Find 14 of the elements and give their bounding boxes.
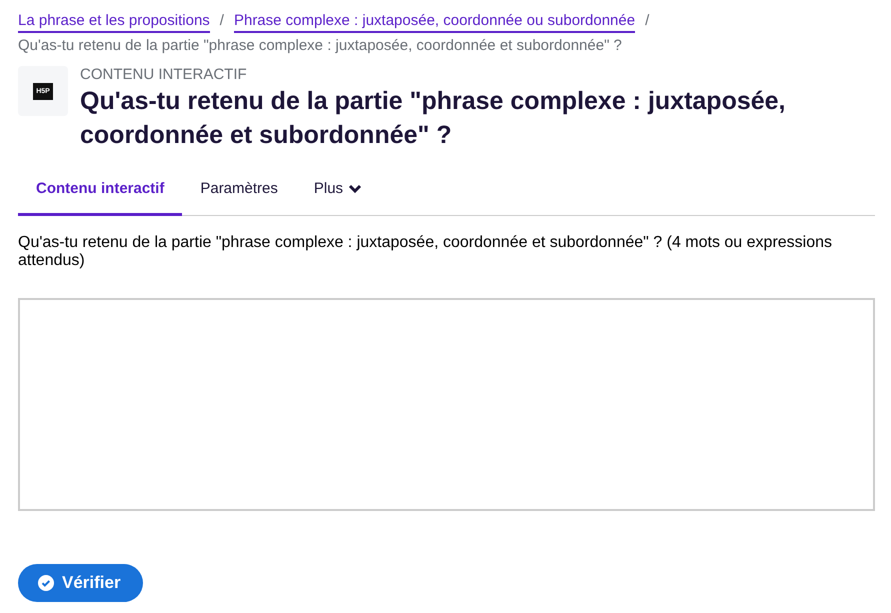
tab[interactable]: Contenu interactif [18,170,182,216]
answer-box[interactable] [18,298,875,511]
breadcrumb-separator: / [220,11,224,31]
tab[interactable]: Paramètres [182,170,296,216]
question-text: Qu'as-tu retenu de la partie "phrase complexe : juxtaposée, coordonnée et subordonnée" ? (4 mots ou expressions attendus) [18,234,834,270]
check-circle-icon [38,575,54,591]
breadcrumb-separator: / [645,11,650,31]
current-page-text: Qu'as-tu retenu de la partie "phrase complexe : juxtaposée, coordonnée et subordonnée" ? [18,36,622,56]
breadcrumb-link[interactable]: La phrase et les propositions [18,11,210,33]
content-type-label: CONTENU INTERACTIF [80,66,248,84]
check-button[interactable]: Vérifier [18,564,143,602]
breadcrumb-link[interactable]: Phrase complexe : juxtaposée, coordonnée ou subordonnée [234,11,636,33]
tab[interactable]: Plus [296,170,380,216]
page-title: Qu'as-tu retenu de la partie "phrase complexe : juxtaposée, coordonnée et subordonnée" ? [80,86,787,151]
